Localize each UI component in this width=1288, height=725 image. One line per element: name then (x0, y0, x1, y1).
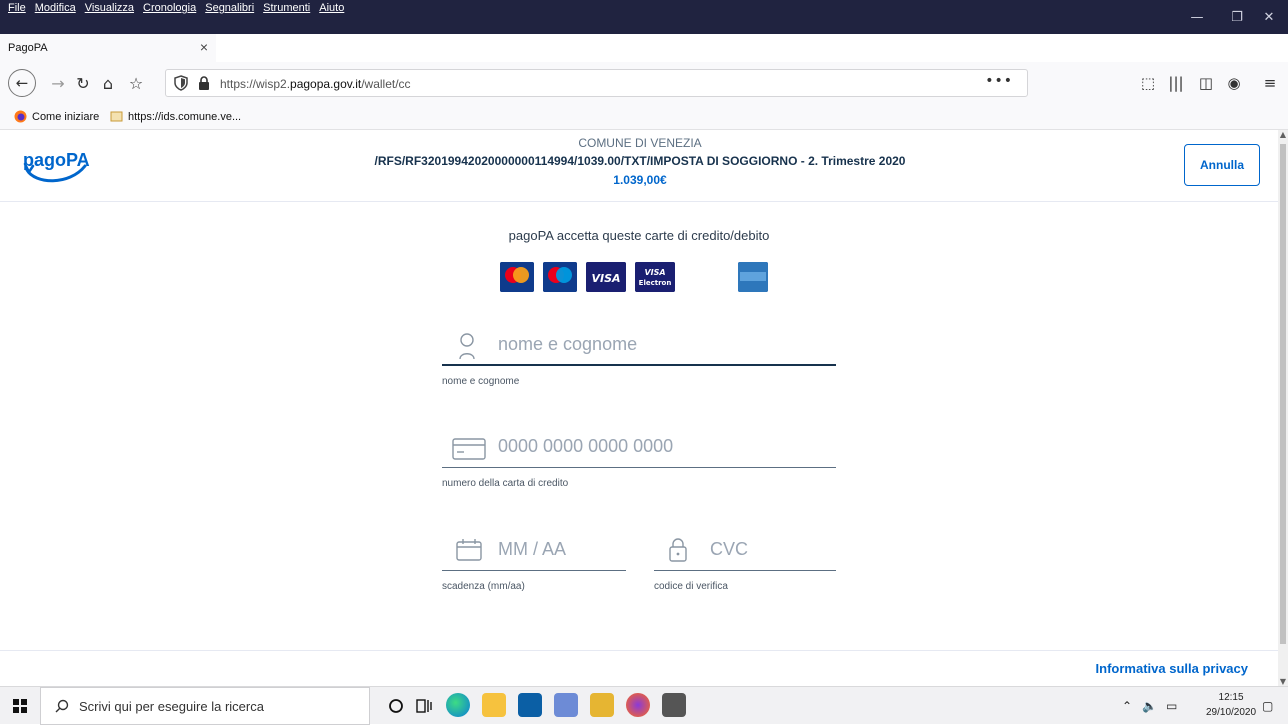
padlock-icon (669, 538, 687, 562)
cvc-label: codice di verifica (654, 581, 728, 592)
mail-icon[interactable] (518, 693, 542, 717)
merchant-name: COMUNE DI VENEZIA (578, 136, 702, 150)
reload-icon[interactable]: ↻ (71, 71, 95, 95)
cancel-button[interactable]: Annulla (1184, 144, 1260, 186)
user-icon (459, 333, 475, 360)
forward-icon[interactable]: → (46, 71, 70, 95)
payment-summary: COMUNE DI VENEZIA /RFS/RF320199420200000… (340, 134, 940, 190)
edge-icon[interactable] (446, 693, 470, 717)
menu-modifica[interactable]: Modifica (35, 2, 76, 14)
mastercard-icon (500, 262, 534, 292)
svg-text:VISA: VISA (591, 272, 620, 285)
network-app-icon[interactable] (554, 693, 578, 717)
expiry-field[interactable]: MM / AA (442, 533, 626, 571)
notifications-icon[interactable]: ▢ (1262, 687, 1273, 725)
firefox-icon (14, 110, 27, 123)
cardholder-name-field[interactable]: nome e cognome (442, 328, 836, 366)
pagopa-logo: pagoPA (23, 150, 90, 183)
calendar-icon (456, 539, 482, 561)
bookmark-come-iniziare[interactable]: Come iniziare (14, 110, 99, 123)
cvc-placeholder: CVC (710, 539, 749, 559)
close-tab-icon[interactable]: × (200, 39, 208, 55)
american-express-icon (738, 262, 768, 292)
firefox-taskbar-icon[interactable] (626, 693, 650, 717)
expiry-label: scadenza (mm/aa) (442, 581, 525, 592)
show-hidden-icons-icon[interactable]: ⌃ (1122, 687, 1132, 725)
windows-start-icon[interactable] (0, 687, 40, 725)
windows-taskbar: Scrivi qui per eseguire la ricerca ⌃ 🔈 ▭… (0, 686, 1288, 725)
address-bar[interactable]: https://wisp2.pagopa.gov.it/wallet/cc ••… (165, 69, 1028, 97)
home-icon[interactable]: ⌂ (96, 71, 120, 95)
cvc-field[interactable]: CVC (654, 533, 836, 571)
menu-bar: File Modifica Visualizza Cronologia Segn… (8, 2, 344, 14)
search-icon (55, 699, 69, 713)
privacy-link[interactable]: Informativa sulla privacy (1096, 661, 1248, 676)
payment-description: /RFS/RF32019942020000000114994/1039.00/T… (374, 154, 906, 168)
navigation-bar: ← → ↻ ⌂ ☆ https://wisp2.pagopa.gov.it/wa… (0, 62, 1288, 104)
svg-text:Electron: Electron (639, 279, 672, 287)
sidebar-icon[interactable]: ◫ (1194, 71, 1218, 95)
archive-app-icon[interactable] (662, 693, 686, 717)
lock-icon[interactable] (198, 76, 210, 90)
network-icon[interactable]: ▭ (1166, 687, 1177, 725)
svg-text:VISA: VISA (644, 268, 665, 277)
card-number-field[interactable]: 0000 0000 0000 0000 (442, 430, 836, 468)
account-icon[interactable]: ◉ (1222, 71, 1246, 95)
tracking-shield-icon[interactable] (174, 75, 188, 91)
window-titlebar: File Modifica Visualizza Cronologia Segn… (0, 0, 1288, 34)
menu-cronologia[interactable]: Cronologia (143, 2, 196, 14)
accepted-cards-title: pagoPA accetta queste carte di credito/d… (508, 228, 770, 243)
menu-aiuto[interactable]: Aiuto (319, 2, 344, 14)
visa-icon: VISA (586, 262, 626, 292)
accepted-cards: VISA VISA Electron (500, 262, 770, 296)
page-content: pagoPA COMUNE DI VENEZIA /RFS/RF32019942… (0, 130, 1278, 686)
new-tab-icon[interactable]: + (219, 34, 245, 62)
security-app-icon[interactable] (590, 693, 614, 717)
menu-strumenti[interactable]: Strumenti (263, 2, 310, 14)
expiry-placeholder: MM / AA (498, 539, 567, 559)
clock-time: 12:15 (1218, 692, 1244, 703)
credit-card-icon (452, 438, 486, 460)
taskbar-search-box[interactable]: Scrivi qui per eseguire la ricerca (40, 687, 370, 725)
menu-visualizza[interactable]: Visualizza (85, 2, 134, 14)
volume-icon[interactable]: 🔈 (1142, 687, 1157, 725)
name-label: nome e cognome (442, 376, 520, 387)
maestro-icon (543, 262, 577, 292)
payment-amount: 1.039,00€ (613, 173, 667, 187)
bookmark-ids-comune[interactable]: https://ids.comune.ve... (110, 110, 241, 123)
scroll-down-icon[interactable]: ▼ (1278, 677, 1288, 686)
scroll-up-icon[interactable]: ▲ (1278, 130, 1288, 139)
taskbar-search-placeholder: Scrivi qui per eseguire la ricerca (79, 698, 264, 714)
library-icon[interactable]: ||| (1164, 71, 1188, 95)
page-actions-icon[interactable]: ••• (985, 73, 1013, 89)
hamburger-menu-icon[interactable]: ≡ (1258, 71, 1282, 95)
bookmark-label: https://ids.comune.ve... (128, 110, 242, 123)
page-scrollbar[interactable]: ▲ ▼ (1278, 130, 1288, 686)
system-clock[interactable]: 12:15 29/10/2020 (1206, 690, 1256, 720)
scrollbar-thumb[interactable] (1280, 144, 1286, 644)
downloads-icon[interactable]: ⬚ (1136, 71, 1160, 95)
tab-title: PagoPA (8, 42, 48, 54)
file-explorer-icon[interactable] (482, 693, 506, 717)
clock-date: 29/10/2020 (1206, 707, 1257, 718)
bookmark-label: Come iniziare (32, 110, 100, 123)
close-window-icon[interactable]: ✕ (1246, 0, 1288, 34)
bookmarks-bar: Come iniziare https://ids.comune.ve... (0, 104, 1288, 130)
visa-electron-icon: VISA Electron (635, 262, 675, 292)
task-view-icon[interactable] (416, 697, 434, 715)
bookmark-star-icon[interactable]: ☆ (124, 71, 148, 95)
browser-tab[interactable]: PagoPA × (0, 34, 216, 62)
menu-file[interactable]: File (8, 2, 26, 14)
menu-segnalibri[interactable]: Segnalibri (205, 2, 254, 14)
page-footer: Informativa sulla privacy (0, 650, 1278, 686)
url-text: https://wisp2.pagopa.gov.it/wallet/cc (220, 77, 411, 91)
cortana-icon[interactable] (388, 698, 404, 714)
page-icon (110, 111, 123, 122)
back-icon[interactable]: ← (8, 69, 36, 97)
payment-header: pagoPA COMUNE DI VENEZIA /RFS/RF32019942… (0, 130, 1278, 202)
name-placeholder: nome e cognome (498, 334, 638, 354)
card-number-label: numero della carta di credito (442, 478, 569, 489)
card-number-placeholder: 0000 0000 0000 0000 (498, 436, 674, 456)
